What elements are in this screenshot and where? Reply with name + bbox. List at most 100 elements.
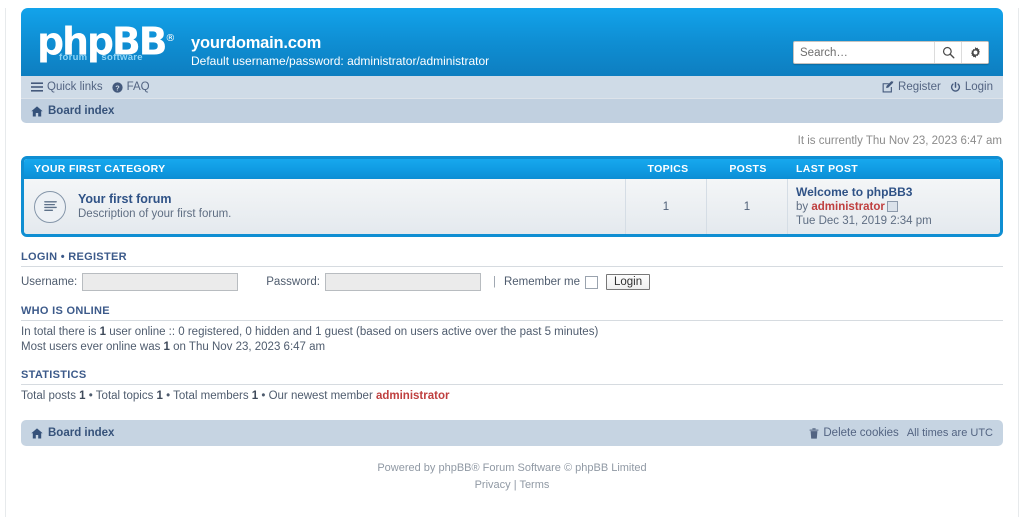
hamburger-icon bbox=[31, 82, 43, 92]
login-heading-link[interactable]: LOGIN bbox=[21, 251, 57, 263]
site-subtitle: Default username/password: administrator… bbox=[191, 54, 490, 68]
login-section: LOGIN • REGISTER Username: Password: | R… bbox=[21, 251, 1003, 291]
breadcrumb: Board index bbox=[21, 99, 1003, 123]
phpbb-brand-link[interactable]: phpBB bbox=[438, 462, 471, 474]
page-wrapper: phpBB® forum software yourdomain.com Defa… bbox=[0, 8, 1024, 517]
navbar-right-links: Register Login bbox=[882, 81, 993, 93]
phpbb-logo[interactable]: phpBB® forum software bbox=[37, 20, 187, 68]
search-icon bbox=[942, 46, 955, 59]
online-record-pre: Most users ever online was bbox=[21, 341, 164, 353]
breadcrumb-board-index[interactable]: Board index bbox=[31, 105, 114, 117]
forum-text-block: Your first forum Description of your fir… bbox=[78, 192, 231, 222]
who-is-online-section: WHO IS ONLINE In total there is 1 user o… bbox=[21, 305, 1003, 355]
login-submit-button[interactable]: Login bbox=[606, 274, 651, 290]
footer-right-group: Delete cookies All times are UTC bbox=[809, 427, 993, 439]
current-time-notice: It is currently Thu Nov 23, 2023 6:47 am bbox=[797, 135, 1002, 147]
login-link[interactable]: Login bbox=[950, 81, 993, 93]
pencil-icon bbox=[882, 81, 894, 93]
footer-board-index-link[interactable]: Board index bbox=[31, 427, 114, 439]
faq-link[interactable]: ? FAQ bbox=[111, 81, 150, 93]
forum-list: YOUR FIRST CATEGORY TOPICS POSTS LAST PO… bbox=[21, 156, 1003, 237]
goto-last-post-icon[interactable] bbox=[886, 201, 898, 213]
navbar-left-links: Quick links ? FAQ bbox=[31, 81, 150, 93]
last-post-author-link[interactable]: administrator bbox=[811, 201, 885, 213]
register-link[interactable]: Register bbox=[882, 81, 941, 93]
who-is-online-body: In total there is 1 user online :: 0 reg… bbox=[21, 321, 1003, 355]
delete-cookies-link[interactable]: Delete cookies bbox=[809, 427, 899, 439]
site-title: yourdomain.com bbox=[191, 34, 322, 52]
login-form-pipe: | bbox=[492, 276, 496, 288]
power-icon bbox=[950, 81, 961, 93]
forum-read-icon bbox=[34, 190, 66, 223]
legal-links-line: Privacy | Terms bbox=[21, 477, 1003, 494]
home-icon bbox=[31, 105, 43, 117]
online-record-post: on Thu Nov 23, 2023 6:47 am bbox=[169, 341, 326, 353]
timezone-label: All times are UTC bbox=[906, 427, 993, 439]
remember-me-checkbox[interactable] bbox=[585, 275, 598, 289]
forum-topics-count: 1 bbox=[626, 179, 707, 234]
last-post-title-link[interactable]: Welcome to phpBB3 bbox=[796, 185, 912, 199]
statistics-section: STATISTICS Total posts 1 • Total topics … bbox=[21, 369, 1003, 404]
newest-member-label: Our newest member bbox=[268, 390, 376, 402]
remember-me-label: Remember me bbox=[503, 276, 580, 288]
total-topics-label: Total topics bbox=[95, 390, 157, 402]
logo-tagline: forum software bbox=[59, 52, 189, 63]
faq-label: FAQ bbox=[126, 81, 150, 93]
page-body: phpBB® forum software yourdomain.com Defa… bbox=[5, 8, 1019, 517]
login-label: Login bbox=[964, 81, 993, 93]
total-members-label: Total members bbox=[173, 390, 252, 402]
footer-board-index-label: Board index bbox=[48, 427, 115, 439]
column-header-posts: POSTS bbox=[729, 163, 767, 175]
column-header-topics: TOPICS bbox=[647, 163, 689, 175]
statistics-heading: STATISTICS bbox=[21, 369, 1003, 385]
powered-by-line: Powered by phpBB® Forum Software © phpBB… bbox=[21, 460, 1003, 477]
search-box bbox=[793, 41, 989, 64]
search-submit-button[interactable] bbox=[934, 42, 961, 63]
privacy-link[interactable]: Privacy bbox=[475, 479, 511, 491]
username-input[interactable] bbox=[82, 273, 239, 291]
quick-links-menu[interactable]: Quick links bbox=[31, 81, 103, 93]
question-circle-icon: ? bbox=[111, 81, 123, 93]
register-heading-link[interactable]: REGISTER bbox=[68, 251, 127, 263]
online-record-line: Most users ever online was 1 on Thu Nov … bbox=[21, 340, 1003, 355]
breadcrumb-label: Board index bbox=[48, 105, 115, 117]
forum-cell-main: Your first forum Description of your fir… bbox=[24, 179, 626, 234]
password-input[interactable] bbox=[324, 273, 481, 291]
newest-member-link[interactable]: administrator bbox=[376, 390, 450, 402]
stat-sep-1: • bbox=[85, 390, 96, 402]
online-total-line: In total there is 1 user online :: 0 reg… bbox=[21, 325, 1003, 340]
login-form: Username: Password: | Remember me Login bbox=[21, 267, 1003, 291]
svg-text:?: ? bbox=[115, 83, 120, 92]
terms-link[interactable]: Terms bbox=[519, 479, 549, 491]
total-posts-label: Total posts bbox=[21, 390, 80, 402]
online-total-pre: In total there is bbox=[21, 326, 100, 338]
home-icon bbox=[31, 427, 43, 439]
password-label: Password: bbox=[266, 276, 320, 288]
navbar-top: Quick links ? FAQ Register Login bbox=[21, 76, 1003, 99]
register-label: Register bbox=[898, 81, 941, 93]
content-container: phpBB® forum software yourdomain.com Defa… bbox=[21, 8, 1003, 494]
gear-icon bbox=[969, 46, 982, 59]
copyright-block: Powered by phpBB® Forum Software © phpBB… bbox=[21, 446, 1003, 494]
last-post-by-label: by bbox=[796, 201, 809, 213]
forum-last-post-cell: Welcome to phpBB3 by administrator Tue D… bbox=[788, 179, 1000, 234]
advanced-search-button[interactable] bbox=[961, 42, 988, 63]
quick-links-label: Quick links bbox=[47, 81, 103, 93]
username-label: Username: bbox=[21, 276, 78, 288]
search-input[interactable] bbox=[794, 42, 934, 63]
forum-title-link[interactable]: Your first forum bbox=[78, 192, 231, 207]
forum-posts-count: 1 bbox=[707, 179, 788, 234]
login-section-heading: LOGIN • REGISTER bbox=[21, 251, 1003, 267]
site-description-block: yourdomain.com Default username/password… bbox=[191, 34, 489, 69]
trash-icon bbox=[809, 427, 819, 439]
delete-cookies-label: Delete cookies bbox=[823, 427, 899, 439]
category-title[interactable]: YOUR FIRST CATEGORY bbox=[24, 163, 628, 175]
site-header: phpBB® forum software yourdomain.com Defa… bbox=[21, 8, 1003, 76]
stat-sep-3: • bbox=[258, 390, 269, 402]
footer-navbar: Board index Delete cookies All times are… bbox=[21, 420, 1003, 446]
last-post-date: Tue Dec 31, 2019 2:34 pm bbox=[796, 215, 932, 227]
forum-description: Description of your first forum. bbox=[78, 207, 232, 220]
statistics-body: Total posts 1 • Total topics 1 • Total m… bbox=[21, 385, 1003, 404]
logo-tagline-forum: forum bbox=[59, 52, 88, 63]
logo-tagline-software: software bbox=[101, 52, 143, 63]
